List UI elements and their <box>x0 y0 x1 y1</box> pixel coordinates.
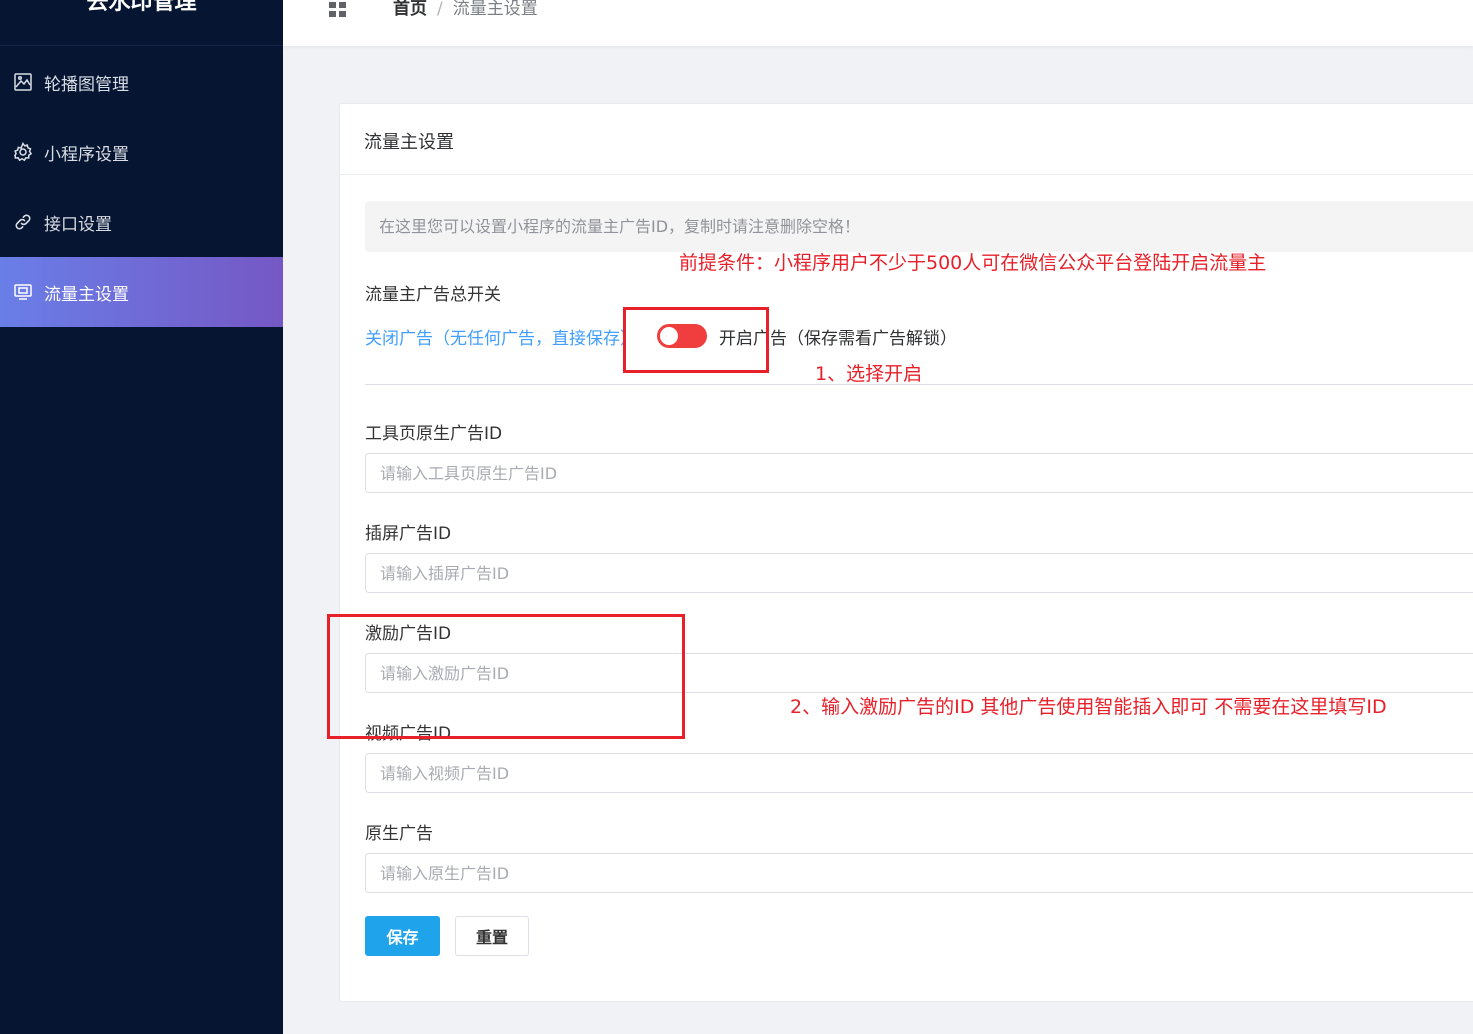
field-label-interstitial: 插屏广告ID <box>365 524 452 544</box>
switch-off-text[interactable]: 关闭广告（无任何广告，直接保存） <box>365 324 637 349</box>
sidebar-item-api[interactable]: 接口设置 <box>0 187 283 257</box>
sidebar-item-label: 小程序设置 <box>44 144 129 165</box>
screen-icon <box>13 282 33 302</box>
link-icon <box>13 212 33 232</box>
annotation-step1: 1、选择开启 <box>815 363 923 385</box>
notice-alert: 在这里您可以设置小程序的流量主广告ID，复制时请注意删除空格！ <box>365 201 1473 252</box>
breadcrumb: 首页 / 流量主设置 <box>393 0 538 18</box>
sidebar-item-miniprogram[interactable]: 小程序设置 <box>0 117 283 187</box>
annotation-step2: 2、输入激励广告的ID 其他广告使用智能插入即可 不需要在这里填写ID <box>790 696 1387 718</box>
ad-switch-label: 流量主广告总开关 <box>365 285 501 305</box>
breadcrumb-separator: / <box>437 0 443 19</box>
image-icon <box>13 72 33 92</box>
settings-card: 流量主设置 在这里您可以设置小程序的流量主广告ID，复制时请注意删除空格！ 流量… <box>339 103 1473 1002</box>
grid-icon[interactable] <box>329 2 347 18</box>
sidebar-item-label: 流量主设置 <box>44 284 129 305</box>
tool-native-ad-id-input[interactable] <box>365 453 1473 493</box>
sidebar-item-traffic-owner[interactable]: 流量主设置 <box>0 257 283 327</box>
app-logo: 去水印管理 <box>0 0 283 46</box>
breadcrumb-home[interactable]: 首页 <box>393 0 427 19</box>
interstitial-ad-id-input[interactable] <box>365 553 1473 593</box>
card-divider <box>340 174 1473 175</box>
sidebar-item-banner[interactable]: 轮播图管理 <box>0 47 283 117</box>
annotation-box-switch <box>623 307 769 373</box>
breadcrumb-current: 流量主设置 <box>452 0 538 19</box>
top-header: 首页 / 流量主设置 <box>283 0 1473 46</box>
reset-button[interactable]: 重置 <box>455 916 529 956</box>
annotation-box-rewarded <box>327 614 685 739</box>
annotation-precondition: 前提条件：小程序用户不少于500人可在微信公众平台登陆开启流量主 <box>679 252 1267 274</box>
app-title: 去水印管理 <box>86 0 197 15</box>
sidebar-item-label: 轮播图管理 <box>44 74 129 95</box>
native-ad-id-input[interactable] <box>365 853 1473 893</box>
save-button[interactable]: 保存 <box>365 916 440 956</box>
sidebar: 去水印管理 轮播图管理 小程序设置 接口设置 流量主设置 <box>0 0 283 1034</box>
video-ad-id-input[interactable] <box>365 753 1473 793</box>
gear-icon <box>13 142 33 162</box>
sidebar-item-label: 接口设置 <box>44 214 112 235</box>
field-label-native: 原生广告 <box>365 824 433 844</box>
card-title: 流量主设置 <box>364 132 454 153</box>
field-label-tool-native: 工具页原生广告ID <box>365 424 503 444</box>
